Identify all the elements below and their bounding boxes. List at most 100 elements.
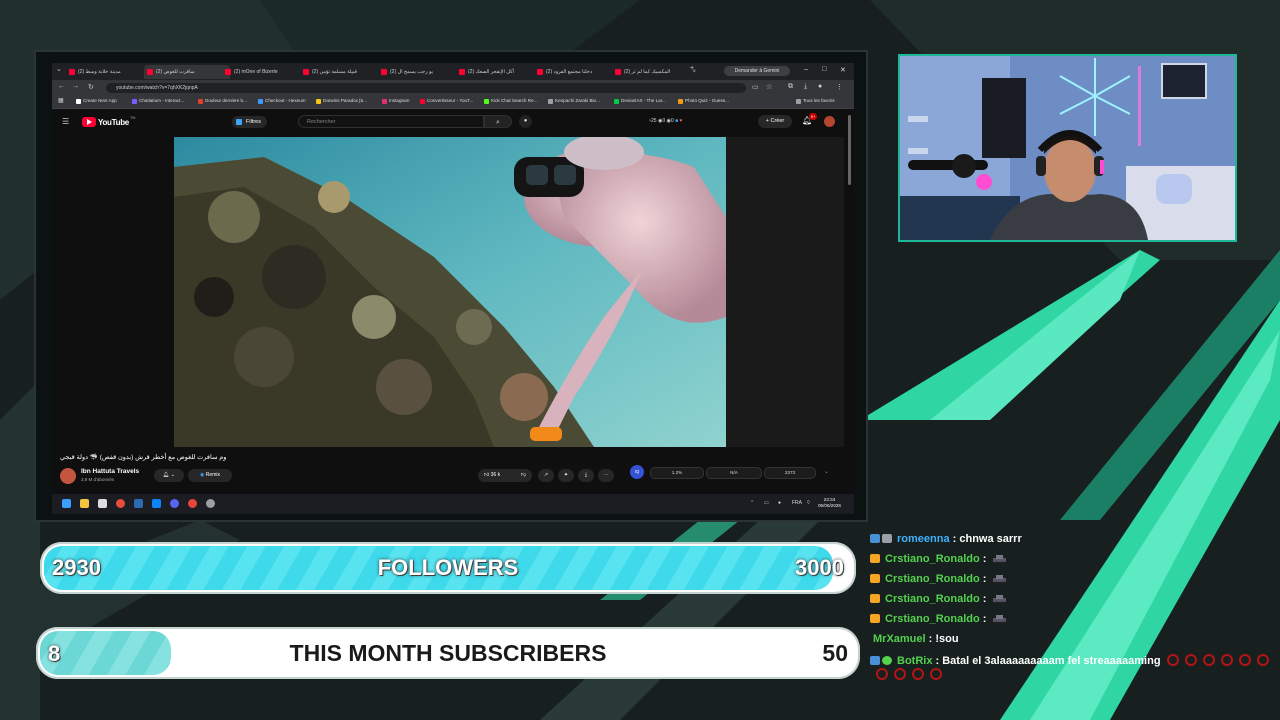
new-tab-button[interactable]: + (690, 65, 694, 72)
bookmark-item[interactable]: Checkout - Hexeum (258, 98, 306, 104)
bookmark-label: Create Next App (83, 98, 117, 103)
bookmark-label: Instagram (389, 98, 410, 103)
windows-start-icon[interactable] (62, 499, 71, 508)
search-icon: ⌕ (496, 119, 500, 126)
download-icon[interactable]: ⤓ (804, 83, 807, 91)
forward-icon[interactable]: → (72, 83, 79, 90)
browser-tab[interactable]: (2) المكسيك كما لم تر × (612, 65, 698, 79)
chat-message: MrXamuel : !sou (873, 633, 959, 645)
close-window-button[interactable]: ✕ (840, 66, 846, 74)
ask-button[interactable]: ✦ (558, 469, 574, 482)
settings-gear-icon[interactable] (206, 499, 215, 508)
wifi-volume-icon[interactable]: ⌔ (806, 500, 811, 506)
thumbs-down-icon[interactable]: 👎︎ (521, 469, 526, 482)
system-clock[interactable]: 23:34 05/06/2026 (818, 497, 841, 509)
account-avatar[interactable] (824, 116, 835, 127)
tab-label: (2) أكل الإنفجر الصعك (468, 69, 514, 75)
search-input[interactable]: Rechercher (298, 115, 484, 128)
bookmark-item[interactable]: Convertisseur - YouT... (420, 98, 473, 104)
bookmark-item[interactable]: DeviantArt - The Lar... (614, 98, 666, 104)
extension-stats[interactable]: ◔25 ◉0 ◉0 ■ ♥ (648, 118, 682, 124)
download-button[interactable]: ⤓ (578, 469, 594, 482)
browser-tab[interactable]: (2) مدينة خلابة وسط× (66, 65, 152, 79)
bookmarks-bar: ▦ Create Next App Chatlatium - Interact.… (52, 96, 854, 109)
menu-kebab-icon[interactable]: ⋮ (836, 83, 843, 91)
bookmark-item[interactable]: Kenpachi Zaraki Bio... (548, 98, 600, 104)
browser-tab[interactable]: (2) قبيلة مسلمة تؤمن× (300, 65, 386, 79)
create-label: Créer (770, 118, 785, 124)
browser-tab[interactable]: (2) دخلنا مجتمع الفرود× (534, 65, 620, 79)
create-button[interactable]: + Créer (758, 115, 792, 128)
discord-icon[interactable] (170, 499, 179, 508)
like-button[interactable]: 👍︎ 36 k 👎︎ (478, 469, 532, 482)
all-bookmarks-folder[interactable]: Tous les favoris (796, 98, 835, 104)
channel-name[interactable]: Ibn Hattuta Travels (81, 468, 139, 475)
browser-tab[interactable]: (2) mOne of Bizerte× (222, 65, 308, 79)
tray-app-icon[interactable]: ▭ (764, 500, 769, 506)
bookmark-item[interactable]: Douleur dernière b... (198, 98, 247, 104)
youtube-logo-text[interactable]: YouTube (98, 118, 129, 127)
tray-mic-icon[interactable]: ● (778, 500, 781, 506)
extension-count: 2373 (764, 467, 816, 479)
reload-icon[interactable]: ↻ (88, 83, 94, 91)
more-actions-button[interactable]: ⋯ (598, 469, 614, 482)
filters-button[interactable]: Filtres (232, 116, 267, 128)
channel-subscriber-count: 3,8 M d'abonnés (81, 477, 115, 482)
bookmark-item[interactable]: Darwins Paradox [6... (316, 98, 367, 104)
ring-emote-icon (1220, 654, 1233, 666)
search-button[interactable]: ⌕ (484, 115, 512, 128)
obs-icon[interactable] (116, 499, 125, 508)
thumbs-up-icon: 👍︎ (484, 472, 491, 478)
voice-search-button[interactable]: ● (519, 115, 532, 128)
gemini-button[interactable]: Demander à Gemini (724, 66, 790, 76)
underwater-video-frame (174, 137, 726, 447)
steam-icon[interactable] (134, 499, 143, 508)
browser-tab[interactable]: (2) يو رجب يسمح ال× (378, 65, 464, 79)
profile-icon[interactable]: ● (818, 83, 822, 90)
channel-avatar[interactable] (60, 468, 76, 484)
bookmark-item[interactable]: Chatlatium - Interact... (132, 98, 184, 104)
extensions-icon[interactable]: ⧉ (788, 83, 793, 91)
youtube-logo-icon[interactable] (82, 117, 96, 127)
url-field[interactable]: youtube.com/watch?v=7qhXK2jqnpA (106, 83, 746, 93)
subscribed-bell-button[interactable]: 🔔︎ ⌄ (154, 469, 184, 482)
bookmark-item[interactable]: Photo Quiz - Guess... (678, 98, 729, 104)
windows-taskbar: ⌃ ▭ ● FRA ⌔ 23:34 05/06/2026 (52, 494, 854, 514)
file-explorer-icon[interactable] (80, 499, 89, 508)
tray-chevron-icon[interactable]: ⌃ (750, 500, 754, 506)
browser-window[interactable]: ⌄ (2) مدينة خلابة وسط× (2) سافرت للغوص× … (52, 63, 854, 514)
stat-a: 25 (651, 118, 657, 124)
bookmark-item[interactable]: Create Next App (76, 98, 117, 104)
chat-message: romeenna : chnwa sarrr (870, 533, 1022, 545)
browser-tab[interactable]: (2) أكل الإنفجر الصعك× (456, 65, 542, 79)
share-button[interactable]: ↗ (538, 469, 554, 482)
subscribers-goal: 50 (822, 640, 848, 666)
remix-button[interactable]: ◉ Remix (188, 469, 232, 482)
keyboard-language[interactable]: FRA (792, 500, 802, 506)
bookmark-star-icon[interactable]: ☆ (766, 83, 772, 91)
hamburger-menu-icon[interactable]: ☰ (62, 117, 69, 126)
extension-badge[interactable]: IQ (630, 465, 644, 479)
tab-label: (2) يو رجب يسمح ال (390, 69, 434, 75)
page-scrollbar[interactable] (848, 115, 851, 185)
maximize-button[interactable]: □ (822, 66, 826, 73)
video-player[interactable] (174, 137, 726, 447)
chrome-icon[interactable] (188, 499, 197, 508)
back-icon[interactable]: ← (58, 83, 65, 90)
minimize-button[interactable]: – (804, 66, 808, 73)
stat-b: 0 (662, 118, 666, 124)
more-dots-icon: ⋯ (603, 472, 609, 478)
notepad-icon[interactable] (98, 499, 107, 508)
filter-icon (236, 119, 242, 125)
tab-search-icon[interactable]: ⌄ (56, 65, 62, 73)
tab-label: (2) المكسيك كما لم تر (624, 69, 671, 75)
bookmark-item[interactable]: Instagram (382, 98, 410, 104)
apps-grid-icon[interactable]: ▦ (58, 97, 64, 104)
cast-icon[interactable]: ▭ (752, 83, 759, 91)
browser-tab-active[interactable]: (2) سافرت للغوص× (144, 65, 230, 79)
expand-chevron-icon[interactable]: ⌄ (824, 468, 829, 475)
bookmark-favicon-icon (484, 99, 489, 104)
like-count: 36 k (490, 472, 501, 478)
bookmark-item[interactable]: Kick Chat Search Re... (484, 98, 537, 104)
app-icon[interactable] (152, 499, 161, 508)
